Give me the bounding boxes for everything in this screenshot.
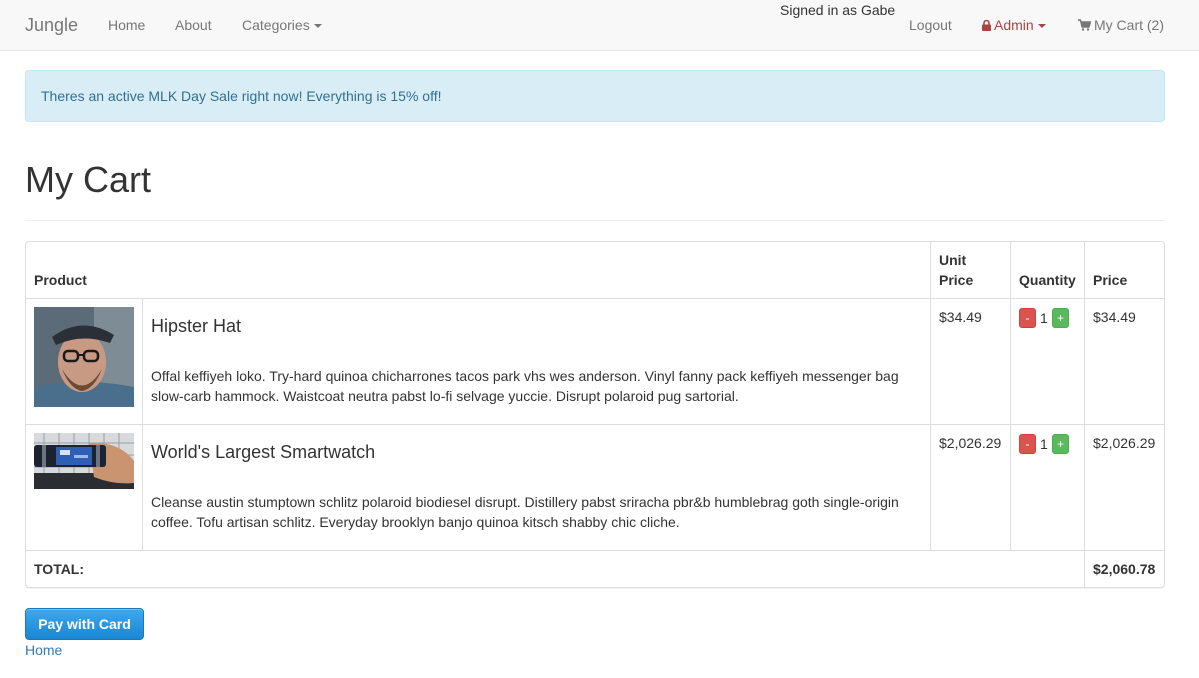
sale-alert: Theres an active MLK Day Sale right now!…: [25, 70, 1165, 122]
total-label: TOTAL:: [34, 561, 85, 577]
product-description: Offal keffiyeh loko. Try-hard quinoa chi…: [151, 368, 899, 404]
row-divider: [26, 550, 1164, 551]
product-image-smartwatch: [34, 433, 134, 489]
smartwatch-photo-icon: [34, 433, 134, 489]
unit-price: $34.49: [939, 309, 982, 325]
signed-in-text: Signed in as Gabe: [780, 2, 896, 18]
nav-home-link[interactable]: Home: [108, 17, 145, 33]
decrease-quantity-button[interactable]: -: [1019, 308, 1036, 328]
nav-about-link[interactable]: About: [175, 17, 212, 33]
line-price: $34.49: [1093, 309, 1136, 325]
product-name[interactable]: World's Largest Smartwatch: [151, 441, 375, 463]
admin-dropdown[interactable]: Admin: [982, 17, 1046, 33]
increase-quantity-button[interactable]: +: [1052, 308, 1069, 328]
hat-photo-icon: [34, 307, 134, 407]
nav-categories-dropdown[interactable]: Categories: [242, 17, 322, 33]
header-product: Product: [34, 272, 87, 288]
quantity-value: 1: [1040, 436, 1048, 452]
brand-link[interactable]: Jungle: [25, 14, 78, 36]
page-title: My Cart: [25, 159, 151, 200]
chevron-down-icon: [1037, 24, 1046, 29]
cart-table: Product Unit Price Quantity Price Hipste…: [25, 241, 1165, 588]
header-quantity: Quantity: [1019, 272, 1076, 288]
increase-quantity-button[interactable]: +: [1052, 434, 1069, 454]
column-divider: [142, 299, 143, 550]
row-divider: [26, 424, 1164, 425]
product-description: Cleanse austin stumptown schlitz polaroi…: [151, 494, 899, 530]
column-divider: [930, 242, 931, 550]
unit-price: $2,026.29: [939, 435, 1002, 451]
categories-label: Categories: [242, 17, 310, 33]
logout-link[interactable]: Logout: [909, 17, 952, 33]
product-image-hipster-hat: [34, 307, 134, 407]
my-cart-link[interactable]: My Cart (2): [1078, 17, 1164, 33]
product-name[interactable]: Hipster Hat: [151, 315, 241, 337]
quantity-value: 1: [1040, 310, 1048, 326]
admin-label: Admin: [994, 17, 1034, 33]
home-link[interactable]: Home: [25, 642, 62, 658]
header-unit-price: Unit Price: [939, 252, 974, 288]
shopping-cart-icon: [1078, 19, 1091, 31]
decrease-quantity-button[interactable]: -: [1019, 434, 1036, 454]
lock-icon: [982, 20, 991, 31]
column-divider: [1010, 242, 1011, 550]
row-divider: [26, 298, 1164, 299]
top-navbar: Jungle Home About Categories Signed in a…: [0, 0, 1199, 51]
chevron-down-icon: [313, 24, 322, 29]
line-price: $2,026.29: [1093, 435, 1156, 451]
header-price: Price: [1093, 272, 1128, 288]
title-divider: [25, 220, 1165, 221]
total-value: $2,060.78: [1093, 561, 1156, 577]
column-divider: [1084, 242, 1085, 587]
pay-with-card-button[interactable]: Pay with Card: [25, 608, 144, 640]
cart-label: My Cart (2): [1094, 17, 1164, 33]
